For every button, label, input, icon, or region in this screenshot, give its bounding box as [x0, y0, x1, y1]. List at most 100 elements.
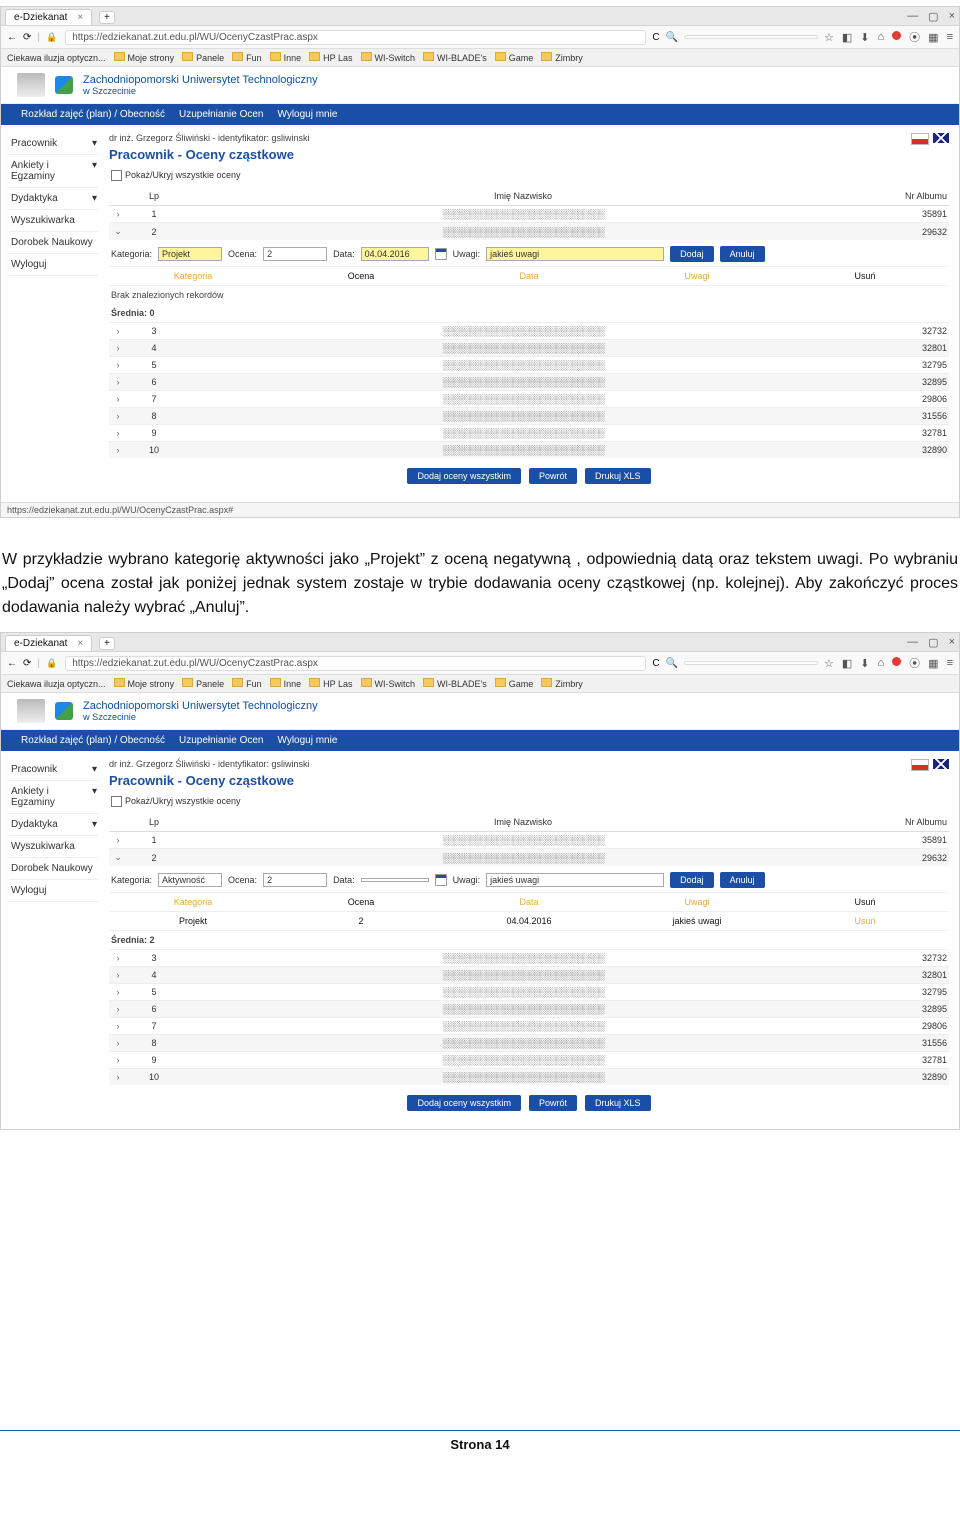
nav-back-icon[interactable]: ←: [7, 658, 17, 669]
noscript-icon[interactable]: ⦿: [909, 29, 920, 45]
col-uwagi[interactable]: Uwagi: [613, 271, 781, 281]
window-minimize-icon[interactable]: —: [907, 10, 918, 23]
sidebar-item-pracownik[interactable]: Pracownik▾: [9, 759, 99, 781]
flag-pl-icon[interactable]: [911, 133, 929, 145]
input-uwagi[interactable]: jakieś uwagi: [486, 873, 664, 887]
select-kategoria[interactable]: Projekt: [158, 247, 222, 261]
toggle-all-grades[interactable]: Pokaż/Ukryj wszystkie oceny: [111, 170, 949, 181]
home-icon[interactable]: ⌂: [878, 31, 885, 43]
bookmark-folder[interactable]: Game: [495, 52, 534, 63]
select-ocena[interactable]: 2: [263, 873, 327, 887]
table-row[interactable]: ›9░░░░░░░░░░░░░░░░░░░░░░░░░░░░░░32781: [109, 1052, 949, 1069]
input-uwagi[interactable]: jakieś uwagi: [486, 247, 664, 261]
bookmark-item[interactable]: Ciekawa iluzja optyczn...: [7, 679, 106, 689]
table-row[interactable]: ›6░░░░░░░░░░░░░░░░░░░░░░░░░░░░░░32895: [109, 374, 949, 391]
expand-icon[interactable]: ›: [109, 374, 127, 391]
url-input[interactable]: https://edziekanat.zut.edu.pl/WU/OcenyCz…: [65, 656, 646, 671]
anuluj-button[interactable]: Anuluj: [720, 872, 765, 888]
bookmark-folder[interactable]: WI-Switch: [361, 52, 416, 63]
bookmark-folder[interactable]: Fun: [232, 52, 262, 63]
add-all-button[interactable]: Dodaj oceny wszystkim: [407, 1095, 521, 1111]
pocket-icon[interactable]: ◧: [842, 31, 852, 44]
nav-link[interactable]: Uzupełnianie Ocen: [179, 109, 264, 120]
tab-close-icon[interactable]: ×: [77, 638, 83, 649]
menu-icon[interactable]: ≡: [947, 31, 953, 43]
sidebar-item-wyloguj[interactable]: Wyloguj: [9, 254, 99, 276]
browser-tab[interactable]: e-Dziekanat ×: [5, 635, 92, 651]
tab-add-icon[interactable]: +: [99, 11, 115, 24]
home-icon[interactable]: ⌂: [878, 657, 885, 669]
select-kategoria[interactable]: Aktywność: [158, 873, 222, 887]
table-row[interactable]: ⌄2░░░░░░░░░░░░░░░░░░░░░░░░░░░░░░29632: [109, 223, 949, 241]
calendar-icon[interactable]: [435, 248, 447, 260]
dodaj-button[interactable]: Dodaj: [670, 872, 714, 888]
url-input[interactable]: https://edziekanat.zut.edu.pl/WU/OcenyCz…: [65, 30, 646, 45]
star-icon[interactable]: ☆: [824, 31, 834, 44]
bookmark-folder[interactable]: Fun: [232, 678, 262, 689]
bookmark-folder[interactable]: Moje strony: [114, 52, 175, 63]
expand-icon[interactable]: ›: [109, 950, 127, 967]
menu-icon[interactable]: ≡: [947, 657, 953, 669]
sidebar-item-wyszukiwarka[interactable]: Wyszukiwarka: [9, 210, 99, 232]
print-xls-button[interactable]: Drukuj XLS: [585, 1095, 651, 1111]
bookmark-folder[interactable]: Inne: [270, 52, 302, 63]
delete-link[interactable]: Usuń: [781, 916, 949, 926]
puzzle-icon[interactable]: ▦: [928, 31, 938, 44]
table-row[interactable]: ›1░░░░░░░░░░░░░░░░░░░░░░░░░░░░░░35891: [109, 832, 949, 849]
expand-icon[interactable]: ›: [109, 391, 127, 408]
expand-icon[interactable]: ›: [109, 967, 127, 984]
sidebar-item-dorobek[interactable]: Dorobek Naukowy: [9, 232, 99, 254]
browser-tab[interactable]: e-Dziekanat ×: [5, 9, 92, 25]
window-close-icon[interactable]: ×: [949, 636, 955, 649]
expand-icon[interactable]: ›: [109, 408, 127, 425]
window-minimize-icon[interactable]: —: [907, 636, 918, 649]
collapse-icon[interactable]: ⌄: [109, 223, 127, 241]
table-row[interactable]: ›10░░░░░░░░░░░░░░░░░░░░░░░░░░░░░░32890: [109, 442, 949, 459]
col-uwagi[interactable]: Uwagi: [613, 897, 781, 907]
refresh-icon[interactable]: C: [652, 32, 659, 43]
puzzle-icon[interactable]: ▦: [928, 657, 938, 670]
expand-icon[interactable]: ›: [109, 206, 127, 223]
expand-icon[interactable]: ›: [109, 323, 127, 340]
sidebar-item-pracownik[interactable]: Pracownik▾: [9, 133, 99, 155]
table-row[interactable]: ›5░░░░░░░░░░░░░░░░░░░░░░░░░░░░░░32795: [109, 984, 949, 1001]
bookmark-folder[interactable]: Inne: [270, 678, 302, 689]
adblock-icon[interactable]: [892, 657, 901, 669]
window-maximize-icon[interactable]: ▢: [928, 636, 938, 649]
expand-icon[interactable]: ›: [109, 357, 127, 374]
expand-icon[interactable]: ›: [109, 1018, 127, 1035]
table-row[interactable]: ›7░░░░░░░░░░░░░░░░░░░░░░░░░░░░░░29806: [109, 1018, 949, 1035]
bookmark-folder[interactable]: Panele: [182, 678, 224, 689]
collapse-icon[interactable]: ⌄: [109, 849, 127, 867]
flag-pl-icon[interactable]: [911, 759, 929, 771]
adblock-icon[interactable]: [892, 31, 901, 43]
input-date[interactable]: [361, 878, 429, 882]
table-row[interactable]: ›10░░░░░░░░░░░░░░░░░░░░░░░░░░░░░░32890: [109, 1069, 949, 1086]
toggle-all-grades[interactable]: Pokaż/Ukryj wszystkie oceny: [111, 796, 949, 807]
table-row[interactable]: ›7░░░░░░░░░░░░░░░░░░░░░░░░░░░░░░29806: [109, 391, 949, 408]
download-icon[interactable]: ⬇: [860, 657, 869, 670]
nav-link[interactable]: Wyloguj mnie: [277, 109, 337, 120]
nav-link[interactable]: Wyloguj mnie: [277, 735, 337, 746]
expand-icon[interactable]: ›: [109, 425, 127, 442]
nav-reload-icon[interactable]: ⟳: [23, 658, 31, 669]
search-input[interactable]: [684, 35, 818, 39]
pocket-icon[interactable]: ◧: [842, 657, 852, 670]
star-icon[interactable]: ☆: [824, 657, 834, 670]
download-icon[interactable]: ⬇: [860, 31, 869, 44]
table-row[interactable]: ›8░░░░░░░░░░░░░░░░░░░░░░░░░░░░░░31556: [109, 408, 949, 425]
sidebar-item-ankiety[interactable]: Ankiety i Egzaminy▾: [9, 155, 99, 188]
bookmark-folder[interactable]: HP Las: [309, 52, 352, 63]
add-all-button[interactable]: Dodaj oceny wszystkim: [407, 468, 521, 484]
expand-icon[interactable]: ›: [109, 1001, 127, 1018]
nav-link[interactable]: Rozkład zajęć (plan) / Obecność: [21, 109, 165, 120]
bookmark-folder[interactable]: WI-Switch: [361, 678, 416, 689]
expand-icon[interactable]: ›: [109, 442, 127, 459]
back-button[interactable]: Powrót: [529, 1095, 577, 1111]
bookmark-folder[interactable]: Game: [495, 678, 534, 689]
expand-icon[interactable]: ›: [109, 984, 127, 1001]
refresh-icon[interactable]: C: [652, 658, 659, 669]
table-row[interactable]: ›4░░░░░░░░░░░░░░░░░░░░░░░░░░░░░░32801: [109, 967, 949, 984]
calendar-icon[interactable]: [435, 874, 447, 886]
expand-icon[interactable]: ›: [109, 340, 127, 357]
